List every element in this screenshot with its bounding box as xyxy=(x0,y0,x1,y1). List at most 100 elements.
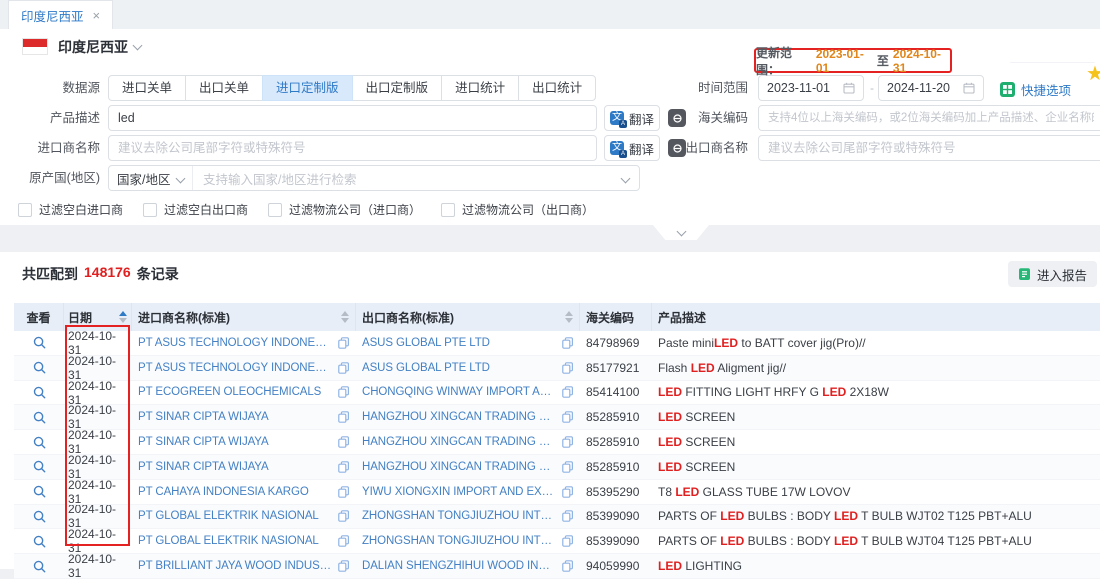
column-header-3[interactable]: 出口商名称(标准) xyxy=(356,303,580,331)
copy-icon[interactable] xyxy=(562,411,574,423)
copy-icon[interactable] xyxy=(562,337,574,349)
view-magnifier-icon[interactable] xyxy=(33,560,46,573)
copy-icon[interactable] xyxy=(562,362,574,374)
importer-input[interactable] xyxy=(108,135,597,161)
importer-link[interactable]: PT SINAR CIPTA WIJAYA xyxy=(138,411,334,423)
copy-icon[interactable] xyxy=(338,486,350,498)
importer-link[interactable]: PT GLOBAL ELEKTRIK NASIONAL xyxy=(138,535,334,547)
importer-cell: PT CAHAYA INDONESIA KARGO xyxy=(132,480,356,504)
checkbox-icon[interactable] xyxy=(143,203,157,217)
tab-close-icon[interactable]: × xyxy=(93,8,101,23)
exporter-link[interactable]: ZHONGSHAN TONGJIUZHOU INTERNA... xyxy=(362,510,558,522)
copy-icon[interactable] xyxy=(338,510,350,522)
data-source-tab-4[interactable]: 进口统计 xyxy=(441,75,519,101)
copy-icon[interactable] xyxy=(562,461,574,473)
quick-options-button[interactable]: 快捷选项 xyxy=(1000,80,1071,99)
origin-country-select[interactable]: 国家/地区 xyxy=(109,166,193,190)
checkbox-icon[interactable] xyxy=(441,203,455,217)
hs-code-input[interactable] xyxy=(758,105,1100,131)
copy-icon[interactable] xyxy=(338,337,350,349)
view-magnifier-icon[interactable] xyxy=(33,386,46,399)
collapse-form-handle[interactable] xyxy=(653,225,709,240)
date-cell: 2024-10-31 xyxy=(64,331,132,355)
view-magnifier-icon[interactable] xyxy=(33,411,46,424)
exporter-link[interactable]: HANGZHOU XINGCAN TRADING CO LTD xyxy=(362,436,558,448)
sort-icon[interactable] xyxy=(565,311,573,323)
column-header-4: 海关编码 xyxy=(580,303,652,331)
importer-link[interactable]: PT GLOBAL ELEKTRIK NASIONAL xyxy=(138,510,334,522)
column-header-1[interactable]: 日期 xyxy=(64,303,132,331)
exporter-link[interactable]: HANGZHOU XINGCAN TRADING CO LTD xyxy=(362,461,558,473)
exporter-link[interactable]: YIWU XIONGXIN IMPORT AND EXPORT... xyxy=(362,486,558,498)
copy-icon[interactable] xyxy=(562,535,574,547)
data-source-tab-0[interactable]: 进口关单 xyxy=(108,75,186,101)
checkbox-filter-blank-exporter[interactable]: 过滤空白出口商 xyxy=(143,201,248,218)
copy-icon[interactable] xyxy=(338,386,350,398)
importer-link[interactable]: PT SINAR CIPTA WIJAYA xyxy=(138,436,334,448)
enter-report-button[interactable]: 进入报告 xyxy=(1008,261,1097,287)
checkbox-filter-blank-importer[interactable]: 过滤空白进口商 xyxy=(18,201,123,218)
sort-icon[interactable] xyxy=(341,311,349,323)
importer-link[interactable]: PT BRILLIANT JAYA WOOD INDUSTRY xyxy=(138,560,334,572)
exporter-link[interactable]: ZHONGSHAN TONGJIUZHOU INTERNA... xyxy=(362,535,558,547)
exporter-link[interactable]: ASUS GLOBAL PTE LTD xyxy=(362,337,558,349)
origin-search-input[interactable]: 支持输入国家/地区进行检索 xyxy=(193,169,622,188)
importer-link[interactable]: PT SINAR CIPTA WIJAYA xyxy=(138,461,334,473)
data-source-tab-5[interactable]: 出口统计 xyxy=(518,75,596,101)
hs-code-cell: 85285910 xyxy=(580,405,652,429)
copy-icon[interactable] xyxy=(338,436,350,448)
data-source-tab-3[interactable]: 出口定制版 xyxy=(352,75,443,101)
date-to-input[interactable]: 2024-11-20 xyxy=(878,75,984,101)
checkbox-icon[interactable] xyxy=(268,203,282,217)
view-magnifier-icon[interactable] xyxy=(33,460,46,473)
view-magnifier-icon[interactable] xyxy=(33,361,46,374)
date-from-input[interactable]: 2023-11-01 xyxy=(758,75,864,101)
copy-icon[interactable] xyxy=(562,486,574,498)
hs-code-cell: 94059990 xyxy=(580,554,652,578)
view-magnifier-icon[interactable] xyxy=(33,485,46,498)
highlight-keyword: LED xyxy=(658,559,682,573)
copy-icon[interactable] xyxy=(338,461,350,473)
copy-icon[interactable] xyxy=(562,510,574,522)
exporter-link[interactable]: HANGZHOU XINGCAN TRADING CO LTD xyxy=(362,411,558,423)
copy-icon[interactable] xyxy=(562,436,574,448)
exporter-cell: DALIAN SHENGZHIHUI WOOD INDUST... xyxy=(356,554,580,578)
exporter-link[interactable]: DALIAN SHENGZHIHUI WOOD INDUST... xyxy=(362,560,558,572)
sort-icon[interactable] xyxy=(119,311,127,323)
importer-link[interactable]: PT ASUS TECHNOLOGY INDONESIA BA... xyxy=(138,337,334,349)
desc-text: Flash xyxy=(658,361,691,375)
data-source-tab-1[interactable]: 出口关单 xyxy=(185,75,263,101)
exporter-link[interactable]: CHONGQING WINWAY IMPORT AND E... xyxy=(362,386,558,398)
view-magnifier-icon[interactable] xyxy=(33,436,46,449)
hs-code-cell: 85177921 xyxy=(580,356,652,380)
view-magnifier-icon[interactable] xyxy=(33,535,46,548)
tab-indonesia[interactable]: 印度尼西亚 × xyxy=(8,0,113,29)
copy-icon[interactable] xyxy=(338,411,350,423)
hs-code-cell: 85414100 xyxy=(580,381,652,405)
product-desc-input[interactable] xyxy=(108,105,597,131)
exporter-link[interactable]: ASUS GLOBAL PTE LTD xyxy=(362,362,558,374)
data-source-tab-2-active[interactable]: 进口定制版 xyxy=(262,75,353,101)
exporter-input[interactable] xyxy=(758,135,1100,161)
report-label: 进入报告 xyxy=(1037,265,1087,284)
copy-icon[interactable] xyxy=(338,535,350,547)
star-icon[interactable]: ★ xyxy=(1086,61,1100,86)
view-magnifier-icon[interactable] xyxy=(33,336,46,349)
checkbox-icon[interactable] xyxy=(18,203,32,217)
importer-link[interactable]: PT CAHAYA INDONESIA KARGO xyxy=(138,486,334,498)
view-magnifier-icon[interactable] xyxy=(33,510,46,523)
importer-link[interactable]: PT ECOGREEN OLEOCHEMICALS xyxy=(138,386,334,398)
copy-icon[interactable] xyxy=(338,560,350,572)
column-header-2[interactable]: 进口商名称(标准) xyxy=(132,303,356,331)
checkbox-filter-logistics-exporter[interactable]: 过滤物流公司（出口商） xyxy=(441,201,594,218)
importer-link[interactable]: PT ASUS TECHNOLOGY INDONESIA BA... xyxy=(138,362,334,374)
copy-icon[interactable] xyxy=(338,362,350,374)
chevron-down-icon[interactable] xyxy=(133,41,143,51)
summary-prefix: 共匹配到 xyxy=(22,264,78,284)
column-label: 进口商名称(标准) xyxy=(138,309,230,326)
chevron-down-icon[interactable] xyxy=(621,173,631,183)
calendar-icon xyxy=(963,82,975,94)
copy-icon[interactable] xyxy=(562,560,574,572)
checkbox-filter-logistics-importer[interactable]: 过滤物流公司（进口商） xyxy=(268,201,421,218)
copy-icon[interactable] xyxy=(562,386,574,398)
